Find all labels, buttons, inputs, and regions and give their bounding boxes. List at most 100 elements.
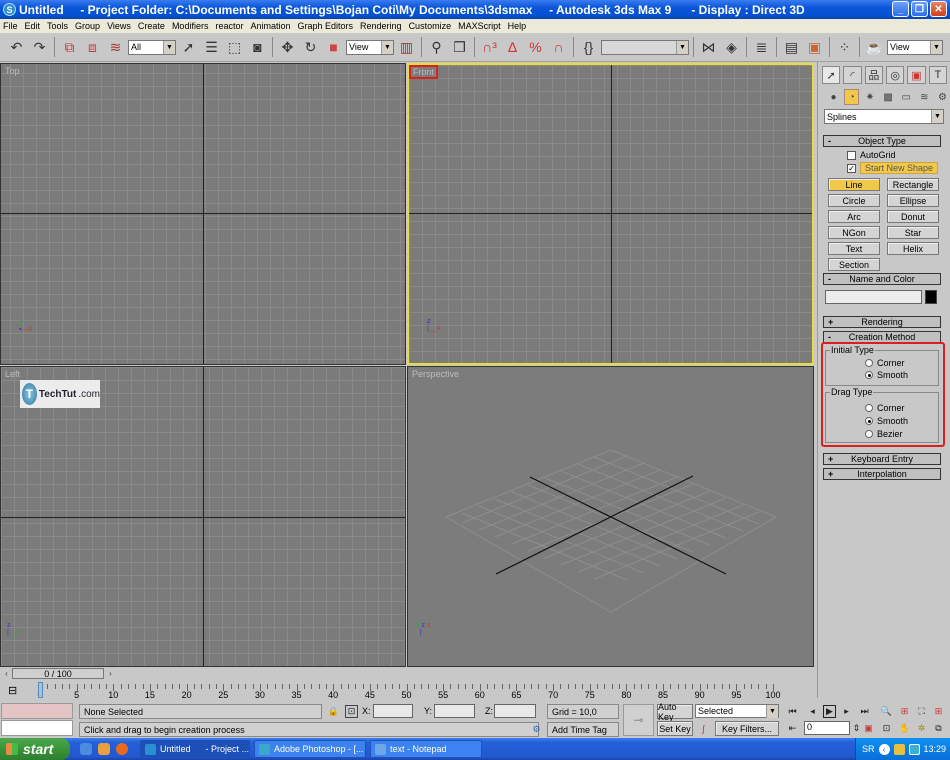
menu-group[interactable]: Group (72, 21, 104, 31)
y-coordinate-input[interactable] (434, 704, 475, 718)
maximize-viewport-icon[interactable]: ⧉ (932, 722, 945, 735)
ellipse-button[interactable]: Ellipse (887, 194, 939, 207)
maxscript-listener-white[interactable] (1, 720, 73, 736)
menu-help[interactable]: Help (505, 21, 531, 31)
curve-editor-icon[interactable]: ▤ (781, 37, 802, 58)
render-scene-icon[interactable]: ☕ (864, 37, 885, 58)
keyboard-shortcut-icon[interactable]: ❒ (449, 37, 470, 58)
window-crossing-icon[interactable]: ◙ (247, 37, 268, 58)
absolute-mode-icon[interactable]: ⊡ (345, 705, 358, 718)
viewport-front[interactable]: Front z |__x (407, 63, 814, 365)
angle-snap-icon[interactable]: ∆ (502, 37, 523, 58)
category-dropdown[interactable]: Splines ▼ (824, 109, 944, 124)
spinner-snap-icon[interactable]: ∩ (548, 37, 569, 58)
layer-manager-icon[interactable]: ≣ (751, 37, 772, 58)
rollout-header-object-type[interactable]: - Object Type (823, 135, 941, 147)
object-name-field[interactable] (825, 290, 922, 304)
menu-rendering[interactable]: Rendering (357, 21, 406, 31)
menu-create[interactable]: Create (135, 21, 169, 31)
circle-button[interactable]: Circle (828, 194, 880, 207)
current-frame-input[interactable]: 0 (804, 721, 850, 735)
manipulate-icon[interactable]: ⚲ (426, 37, 447, 58)
unlink-icon[interactable]: ⧈ (82, 37, 103, 58)
start-button[interactable]: start (0, 738, 70, 760)
text-button[interactable]: Text (828, 242, 880, 255)
key-mode-toggle-icon[interactable]: ⇤ (786, 722, 799, 735)
time-slider[interactable]: ‹ 0 / 100 › (0, 667, 815, 681)
track-bar[interactable]: ⊟ 05101520253035404550556065707580859095… (0, 681, 815, 703)
menu-edit[interactable]: Edit (22, 21, 45, 31)
time-slider-thumb[interactable]: 0 / 100 (12, 668, 104, 679)
edit-named-selection-icon[interactable]: {} (578, 37, 599, 58)
menu-file[interactable]: File (0, 21, 22, 31)
systems-icon[interactable]: ⚙ (935, 89, 950, 105)
shapes-icon[interactable]: ◔ (844, 89, 860, 105)
viewport-label[interactable]: Front (409, 65, 439, 79)
undo-icon[interactable]: ↶ (6, 37, 27, 58)
viewport-perspective[interactable]: Perspective y z x | (407, 366, 814, 667)
maxscript-listener-pink[interactable] (1, 703, 73, 719)
rollout-header-interpolation[interactable]: + Interpolation (823, 468, 941, 480)
arc-button[interactable]: Arc (828, 210, 880, 223)
menu-graph-editors[interactable]: Graph Editors (295, 21, 358, 31)
autogrid-checkbox[interactable]: AutoGrid (847, 149, 950, 161)
select-by-name-icon[interactable]: ☰ (201, 37, 222, 58)
star-button[interactable]: Star (887, 226, 939, 239)
rollout-header-name-and-color[interactable]: - Name and Color (823, 273, 941, 285)
modify-tab-icon[interactable]: ◜ (843, 66, 862, 84)
cameras-icon[interactable]: ▩ (880, 89, 895, 105)
menu-tools[interactable]: Tools (44, 21, 72, 31)
viewport-top[interactable]: Top y ▪—x (0, 63, 406, 365)
minimize-button[interactable]: _ (892, 1, 909, 17)
arc-rotate-icon[interactable]: ✲ (915, 722, 928, 735)
menu-customize[interactable]: Customize (406, 21, 456, 31)
display-tab-icon[interactable]: ▣ (907, 66, 926, 84)
security-alert-icon[interactable] (893, 743, 905, 755)
helpers-icon[interactable]: ▭ (899, 89, 914, 105)
named-selection-dropdown[interactable]: ▼ (601, 39, 689, 55)
donut-button[interactable]: Donut (887, 210, 939, 223)
bind-space-warp-icon[interactable]: ≋ (105, 37, 126, 58)
ngon-button[interactable]: NGon (828, 226, 880, 239)
line-button[interactable]: Line (828, 178, 880, 191)
app-icon[interactable]: S (3, 3, 16, 16)
menu-modifiers[interactable]: Modifiers (169, 21, 213, 31)
menu-views[interactable]: Views (104, 21, 135, 31)
section-button[interactable]: Section (828, 258, 880, 271)
menu-animation[interactable]: Animation (247, 21, 294, 31)
key-mode-dropdown[interactable]: Selected ▼ (695, 704, 779, 718)
key-filters-button[interactable]: Key Filters... (715, 721, 779, 736)
scale-icon[interactable]: ■ (323, 37, 344, 58)
taskbar-item-3dsmax[interactable]: Untitled - Project ... (140, 740, 250, 758)
rollout-header-rendering[interactable]: + Rendering (823, 316, 941, 328)
taskbar-item-notepad[interactable]: text - Notepad (370, 740, 482, 758)
start-new-shape-checkbox[interactable]: ✓ Start New Shape (847, 162, 950, 174)
select-link-icon[interactable]: ⧉ (59, 37, 80, 58)
time-configuration-icon[interactable]: ▣ (862, 722, 875, 735)
zoom-extents-all-icon[interactable]: ⊞ (932, 705, 945, 718)
show-desktop-icon[interactable] (80, 743, 92, 755)
space-warps-icon[interactable]: ≋ (917, 89, 932, 105)
tray-app-icon[interactable] (908, 743, 920, 755)
material-editor-icon[interactable]: ⁘ (834, 37, 855, 58)
selection-filter-dropdown[interactable]: All ▼ (128, 39, 176, 55)
rollout-header-keyboard-entry[interactable]: + Keyboard Entry (823, 453, 941, 465)
zoom-all-icon[interactable]: ⊞ (898, 705, 911, 718)
rect-selection-icon[interactable]: ⬚ (224, 37, 245, 58)
language-indicator[interactable]: SR (862, 744, 875, 754)
x-coordinate-input[interactable] (373, 704, 413, 718)
mini-curve-editor-icon[interactable]: ⊟ (8, 684, 17, 697)
pan-hand-icon[interactable]: ✋ (898, 722, 911, 735)
viewport-left[interactable]: Left z |__y (0, 366, 406, 667)
chevron-left-icon[interactable]: ‹ (878, 743, 890, 755)
menu-maxscript[interactable]: MAXScript (455, 21, 505, 31)
add-time-tag-button[interactable]: Add Time Tag (547, 722, 619, 737)
taskbar-item-photoshop[interactable]: Adobe Photoshop - [... (254, 740, 366, 758)
motion-tab-icon[interactable]: ◎ (885, 66, 905, 84)
viewport-label[interactable]: Top (5, 66, 20, 76)
percent-snap-icon[interactable]: % (525, 37, 546, 58)
rotate-icon[interactable]: ↻ (300, 37, 321, 58)
goto-end-icon[interactable]: ⏭ (858, 705, 871, 718)
close-button[interactable]: ✕ (930, 1, 947, 17)
object-color-swatch[interactable] (925, 290, 937, 304)
